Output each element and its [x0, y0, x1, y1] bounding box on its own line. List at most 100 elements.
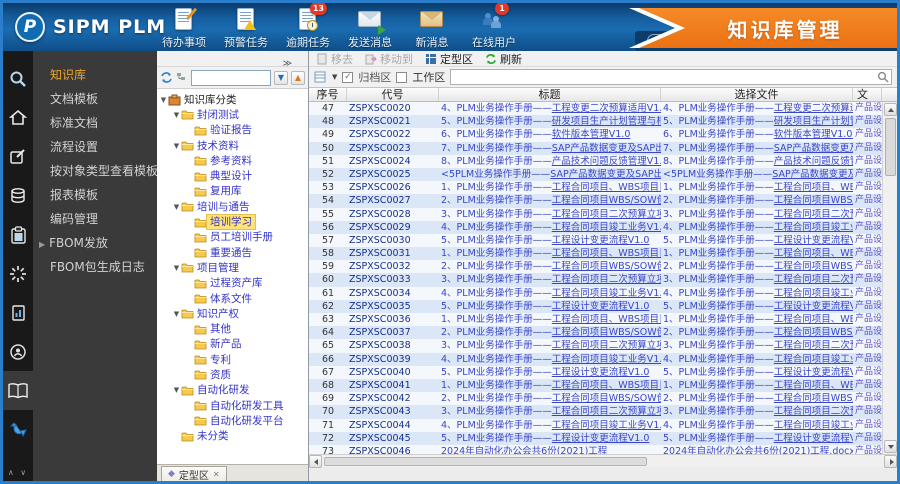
- table-row[interactable]: 50 ZSPXSC0023 7、PLM业务操作手册——SAP产品数据变更及SAP出厂…: [309, 141, 882, 155]
- tree-item[interactable]: 其他: [159, 321, 308, 336]
- tree-item[interactable]: 体系文件: [159, 291, 308, 306]
- tree-item[interactable]: ▼ 自动化研发: [159, 383, 308, 398]
- workspace-label[interactable]: 工作区: [412, 69, 445, 85]
- tree-item[interactable]: 专利: [159, 352, 308, 367]
- archive-area-checkbox[interactable]: [342, 71, 354, 83]
- vertical-scrollbar[interactable]: [882, 102, 897, 454]
- tree-search-down-button[interactable]: ▼: [274, 70, 288, 85]
- workspace-checkbox[interactable]: [396, 71, 408, 83]
- tree-search-input[interactable]: [191, 69, 271, 86]
- tree-item-label[interactable]: 自动化研发工具: [207, 399, 287, 413]
- table-row[interactable]: 66 ZSPXSC0039 4、PLM业务操作手册——工程合同项目竣工业务V1.0 4…: [309, 352, 882, 366]
- tree-item-label[interactable]: 技术资料: [194, 139, 242, 153]
- tree-item-label[interactable]: 知识产权: [194, 307, 242, 321]
- table-row[interactable]: 54 ZSPXSC0027 2、PLM业务操作手册——工程合同项目WBS/SOW创建…: [309, 194, 882, 208]
- table-row[interactable]: 67 ZSPXSC0040 5、PLM业务操作手册——工程设计变更流程V1.0 5、P…: [309, 365, 882, 379]
- strip-scroll-chevrons[interactable]: ∧ ∨: [8, 468, 28, 477]
- broadcast-icon[interactable]: [3, 332, 33, 371]
- table-row[interactable]: 59 ZSPXSC0032 2、PLM业务操作手册——工程合同项目WBS/SOW创建…: [309, 260, 882, 274]
- tree-item[interactable]: 自动化研发平台: [159, 413, 308, 428]
- tree-item-label[interactable]: 过程资产库: [207, 276, 266, 290]
- table-row[interactable]: 73 ZSPXSC0046 2024年自动化办公会共6份(2021)工程 2024年自…: [309, 444, 882, 454]
- database-icon[interactable]: [3, 176, 33, 215]
- search-icon[interactable]: [3, 59, 33, 98]
- tree-item-label[interactable]: 培训与通告: [194, 200, 253, 214]
- sidebar-item[interactable]: 报表模板: [33, 183, 157, 207]
- sidebar-item[interactable]: 文档模板: [33, 87, 157, 111]
- tree-item-label[interactable]: 参考资料: [207, 154, 255, 168]
- vertical-scroll-thumb[interactable]: [884, 118, 896, 176]
- new-message-button[interactable]: 新消息: [401, 7, 463, 50]
- sidebar-item[interactable]: ▶ FBOM发放: [33, 231, 157, 255]
- sidebar-item[interactable]: 编码管理: [33, 207, 157, 231]
- sidebar-item[interactable]: 按对象类型查看模板: [33, 159, 157, 183]
- view-mode-icon[interactable]: [314, 71, 327, 83]
- close-icon[interactable]: ✕: [213, 470, 220, 479]
- table-row[interactable]: 72 ZSPXSC0045 5、PLM业务操作手册——工程设计变更流程V1.0 5、P…: [309, 431, 882, 445]
- tree-item-label[interactable]: 体系文件: [207, 292, 255, 306]
- tree-item[interactable]: 新产品: [159, 337, 308, 352]
- table-row[interactable]: 55 ZSPXSC0028 3、PLM业务操作手册——工程合同项目二次预算立项·工.…: [309, 207, 882, 221]
- column-header-category[interactable]: 文: [853, 88, 882, 101]
- tree-item-label[interactable]: 自动化研发: [194, 383, 253, 397]
- spinner-icon[interactable]: [3, 254, 33, 293]
- table-row[interactable]: 62 ZSPXSC0035 5、PLM业务操作手册——工程设计变更流程V1.0 5、P…: [309, 299, 882, 313]
- horizontal-scrollbar[interactable]: [309, 454, 897, 468]
- sidebar-item[interactable]: 流程设置: [33, 135, 157, 159]
- table-row[interactable]: 60 ZSPXSC0033 3、PLM业务操作手册——工程合同项目二次预算立项·工.…: [309, 273, 882, 287]
- knowledge-book-icon[interactable]: [3, 371, 33, 410]
- tree-item-label[interactable]: 培训学习: [206, 214, 256, 231]
- tree-item[interactable]: 参考资料: [159, 153, 308, 168]
- column-header-no[interactable]: 序号: [309, 88, 347, 101]
- search-icon[interactable]: [877, 71, 889, 83]
- expand-arrow-icon[interactable]: ▶: [39, 240, 45, 249]
- column-header-file[interactable]: 选择文件: [661, 88, 853, 101]
- tree-collapse-arrow-icon[interactable]: ▼: [172, 386, 181, 394]
- table-row[interactable]: 52 ZSPXSC0025 <5PLM业务操作手册——SAP产品数据变更及SAP出厂…: [309, 167, 882, 182]
- column-header-title[interactable]: 标题: [439, 88, 661, 101]
- tree-item-label[interactable]: 专利: [207, 353, 234, 367]
- table-row[interactable]: 49 ZSPXSC0022 6、PLM业务操作手册——软件版本管理V1.0 6、PLM…: [309, 128, 882, 142]
- tree-item[interactable]: ▼ 培训与通告: [159, 199, 308, 214]
- tree-item[interactable]: 员工培训手册: [159, 230, 308, 245]
- send-message-button[interactable]: 发送消息: [339, 7, 401, 50]
- tree-item[interactable]: ▼ 知识库分类: [159, 92, 308, 107]
- move-to-button[interactable]: 移动到: [365, 51, 413, 67]
- table-row[interactable]: 69 ZSPXSC0042 2、PLM业务操作手册——工程合同项目WBS/SOW创建…: [309, 392, 882, 406]
- tree-item[interactable]: 资质: [159, 367, 308, 382]
- tree-collapse-arrow-icon[interactable]: ▼: [172, 203, 181, 211]
- archive-area-label[interactable]: 归档区: [358, 69, 391, 85]
- tree-item-label[interactable]: 复用库: [207, 184, 245, 198]
- overdue-task-button[interactable]: 13 逾期任务: [277, 3, 339, 50]
- tree-item-label[interactable]: 其他: [207, 322, 234, 336]
- tree-item-label[interactable]: 验证报告: [207, 123, 255, 137]
- sidebar-item[interactable]: 标准文档: [33, 111, 157, 135]
- tree-collapse-arrow-icon[interactable]: ▼: [172, 264, 181, 272]
- finalize-area-tab[interactable]: ◆ 定型区 ✕: [161, 466, 227, 481]
- tree-item-label[interactable]: 员工培训手册: [207, 230, 276, 244]
- scroll-right-icon[interactable]: [884, 454, 897, 468]
- scroll-down-icon[interactable]: [883, 440, 897, 453]
- online-users-button[interactable]: 1 在线用户: [463, 3, 525, 50]
- table-row[interactable]: 57 ZSPXSC0030 5、PLM业务操作手册——工程设计变更流程V1.0 5、P…: [309, 233, 882, 248]
- tree-item-label[interactable]: 典型设计: [207, 169, 255, 183]
- todo-button[interactable]: 待办事项: [153, 7, 215, 50]
- tree-item[interactable]: 验证报告: [159, 123, 308, 138]
- tree-item[interactable]: 典型设计: [159, 168, 308, 183]
- tree-item-label[interactable]: 未分类: [194, 429, 232, 443]
- table-row[interactable]: 48 ZSPXSC0021 5、PLM业务操作手册——研发项目生产计划管理与相配..…: [309, 115, 882, 129]
- table-row[interactable]: 65 ZSPXSC0038 3、PLM业务操作手册——工程合同项目二次预算立项·工.…: [309, 339, 882, 353]
- table-row[interactable]: 70 ZSPXSC0043 3、PLM业务操作手册——工程合同项目二次预算立项·工.…: [309, 405, 882, 419]
- report-icon[interactable]: [3, 293, 33, 332]
- table-row[interactable]: 58 ZSPXSC0031 1、PLM业务操作手册——工程合同项目、WBS项目日常.…: [309, 247, 882, 261]
- table-row[interactable]: 64 ZSPXSC0037 2、PLM业务操作手册——工程合同项目WBS/SOW创建…: [309, 326, 882, 340]
- tree-item-label[interactable]: 新产品: [207, 337, 245, 351]
- tree-collapse-arrow-icon[interactable]: ▼: [172, 111, 181, 119]
- tree-expand-icon[interactable]: [176, 72, 188, 84]
- tree-item-label[interactable]: 重要通告: [207, 246, 255, 260]
- table-row[interactable]: 71 ZSPXSC0044 4、PLM业务操作手册——工程合同项目竣工业务V1.0 4…: [309, 418, 882, 432]
- scroll-up-icon[interactable]: [883, 103, 897, 116]
- tree-item-label[interactable]: 项目管理: [194, 261, 242, 275]
- home-icon[interactable]: [3, 98, 33, 137]
- clipboard-icon[interactable]: [3, 215, 33, 254]
